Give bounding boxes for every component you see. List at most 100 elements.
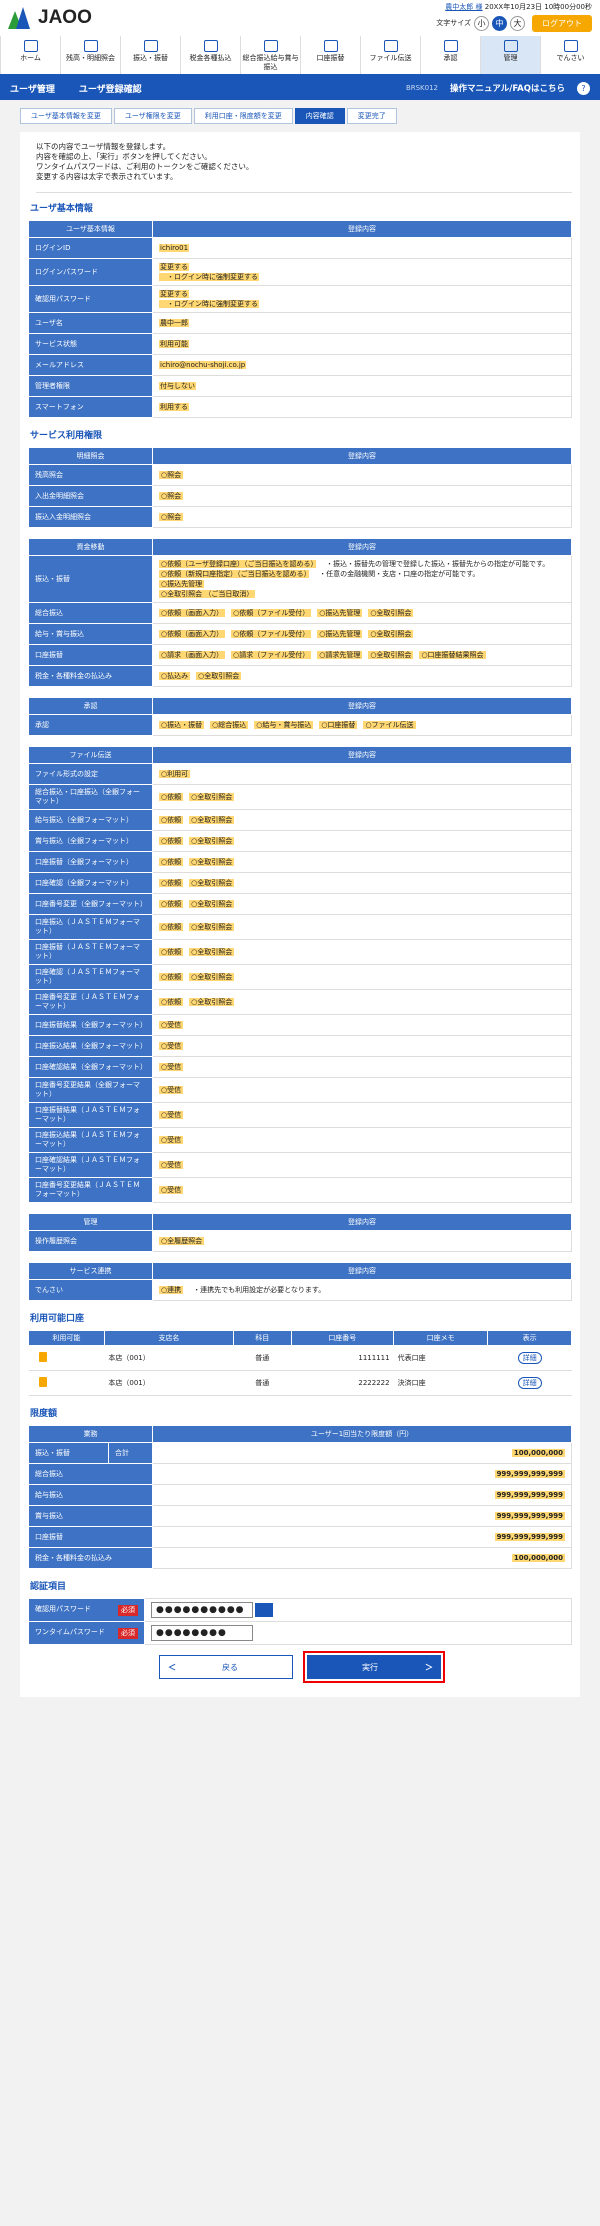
checked-item: ○受信 [159, 1042, 184, 1050]
nav-item[interactable]: 口座振替 [300, 36, 360, 74]
limit-value: 100,000,000 [152, 1547, 572, 1569]
checked-item: ○受信 [159, 1136, 184, 1144]
limit-amount: 100,000,000 [511, 1449, 565, 1457]
checked-item: ○依頼 [159, 900, 184, 908]
row-label: ログインID [28, 237, 153, 259]
font-small-button[interactable]: 小 [474, 16, 489, 31]
checked-item: ○払込み [159, 672, 191, 680]
limit-label: 給与振込 [28, 1484, 153, 1506]
checked-item: ○口座振替 [319, 721, 358, 729]
checked-item: ○振込先管理 [317, 630, 363, 638]
checked-item: ○依頼 [159, 837, 184, 845]
row-label: ファイル形式の設定 [28, 763, 153, 785]
row-label: 口座番号変更結果（全銀フォーマット） [28, 1077, 153, 1103]
nav-item[interactable]: でんさい [540, 36, 600, 74]
row-label: 口座振替結果（ＪＡＳＴＥＭフォーマット） [28, 1102, 153, 1128]
checked-item: ○依頼 [159, 816, 184, 824]
execute-button[interactable]: 実行＞ [303, 1651, 445, 1683]
limit-value: 999,999,999,999 [152, 1526, 572, 1548]
font-large-button[interactable]: 大 [510, 16, 525, 31]
user-name-link[interactable]: 農中太郎 様 [445, 3, 482, 11]
limit-amount: 999,999,999,999 [494, 1491, 565, 1499]
row-label: でんさい [28, 1279, 153, 1301]
row-value: ○依頼 ○全取引照会 [152, 809, 572, 831]
back-button[interactable]: ＜戻る [159, 1655, 293, 1679]
auth-value: ●●●●●●●●●● [144, 1598, 572, 1622]
nav-item[interactable]: ファイル伝送 [360, 36, 420, 74]
required-badge: 必須 [118, 1627, 138, 1639]
row-value: 利用可能 [152, 333, 572, 355]
nav-item[interactable]: 振込・振替 [120, 36, 180, 74]
value-text: 利用可能 [159, 340, 189, 348]
nav-label: 税金各種払込 [189, 54, 232, 62]
nav-icon [143, 40, 158, 52]
nav-item[interactable]: 税金各種払込 [180, 36, 240, 74]
nav-icon [23, 40, 38, 52]
row-label: 口座確認結果（ＪＡＳＴＥＭフォーマット） [28, 1152, 153, 1178]
type-cell: 普通 [233, 1345, 292, 1371]
checked-item: ○依頼 [159, 879, 184, 887]
checked-item: ○利用可 [159, 770, 191, 778]
row-label: 操作履歴照会 [28, 1230, 153, 1252]
row-value: 変更する ・ログイン時に強制変更する [152, 258, 572, 286]
nav-label: 承認 [443, 54, 458, 62]
checked-item: ○全取引照会 [189, 923, 235, 931]
checked-item: ○全取引照会 [189, 900, 235, 908]
row-label: 総合振込・口座振込（全銀フォーマット） [28, 784, 153, 810]
section-title: ユーザ管理 [10, 84, 55, 95]
detail-button[interactable]: 詳細 [517, 1377, 542, 1389]
nav-icon [323, 40, 338, 52]
row-label: 残高照会 [28, 464, 153, 486]
row-value: ○依頼（ユーザ登録口座）（ご当日振込を認める） ・振込・振替先の管理で登録した振込… [152, 555, 572, 603]
auth-table: 確認用パスワード 必須 ●●●●●●●●●● ワンタイムパスワード 必須 ●●●●●●●● [28, 1598, 572, 1645]
help-icon[interactable]: ? [577, 81, 590, 95]
row-label: 口座振替（全銀フォーマット） [28, 851, 153, 873]
jaoo-logo[interactable]: JAOO [8, 7, 92, 29]
checked-item: ○依頼（ファイル受付） [231, 609, 312, 617]
column-header: 口座番号 [290, 1330, 395, 1346]
row-label: 税金・各種料金の払込み [28, 665, 153, 687]
limit-amount: 999,999,999,999 [494, 1470, 565, 1478]
font-mid-button[interactable]: 中 [492, 16, 507, 31]
memo-cell: 代表口座 [393, 1345, 488, 1371]
row-value: ○受信 [152, 1177, 572, 1203]
checked-item: ○全取引照会 [189, 948, 235, 956]
one-time-password-input[interactable]: ●●●●●●●● [151, 1625, 253, 1641]
nav-item[interactable]: 残高・明細照会 [60, 36, 120, 74]
limit-amount: 999,999,999,999 [494, 1533, 565, 1541]
limits-table: 業務 ユーザー1回当たり限度額（円） 振込・振替 合計 100,000,000 総合振込 9… [28, 1425, 572, 1569]
densai-table: サービス連携 登録内容 でんさい ○連携 ・連携先でも利用設定が必要となります。 [28, 1262, 572, 1301]
confirm-password-input[interactable]: ●●●●●●●●●● [151, 1602, 253, 1618]
detail-button[interactable]: 詳細 [517, 1352, 542, 1364]
column-header: 科目 [233, 1330, 292, 1346]
value-text: 農中一郎 [159, 319, 189, 327]
nav-label: ホーム [20, 54, 41, 62]
checked-item: ○受信 [159, 1063, 184, 1071]
logout-button[interactable]: ログアウト [532, 15, 592, 32]
checked-item: ○全取引照会 [189, 837, 235, 845]
checked-item: ○全取引照会 [189, 816, 235, 824]
chevron-right-icon: ＞ [425, 1662, 433, 1672]
nav-item[interactable]: ホーム [0, 36, 60, 74]
nav-item[interactable]: 総合振込給与賞与振込 [240, 36, 300, 74]
row-value: ○依頼 ○全取引照会 [152, 830, 572, 852]
checked-item: ○総合振込 [210, 721, 249, 729]
row-value: ○受信 [152, 1014, 572, 1036]
checked-item: ○依頼（ファイル受付） [231, 630, 312, 638]
nav-item[interactable]: 管理 [480, 36, 540, 74]
row-value: ○照会 [152, 506, 572, 528]
nav-item[interactable]: 承認 [420, 36, 480, 74]
table-row: 本店（001） 普通 1111111 代表口座 詳細 [28, 1345, 572, 1371]
limit-value: 100,000,000 [152, 1442, 572, 1464]
row-value: ○依頼 ○全取引照会 [152, 989, 572, 1015]
file-table: ファイル伝送 登録内容 ファイル形式の設定 ○利用可 総合振込・口座振込（全銀フォーマッ… [28, 746, 572, 1203]
checked-item: ○請求（画面入力） [159, 651, 226, 659]
checked-item: ○照会 [159, 513, 184, 521]
limit-value: 999,999,999,999 [152, 1484, 572, 1506]
help-link[interactable]: 操作マニュアル/FAQはこちら [450, 82, 565, 94]
software-keyboard-icon[interactable] [255, 1603, 273, 1617]
step-item: ユーザ権限を変更 [113, 108, 192, 124]
title-bar: ユーザ管理 ユーザ登録確認 BRSK012 操作マニュアル/FAQはこちら ? [0, 76, 600, 100]
checked-item: ○依頼（ユーザ登録口座）（ご当日振込を認める） [159, 560, 316, 568]
checked-item: ○照会 [159, 471, 184, 479]
